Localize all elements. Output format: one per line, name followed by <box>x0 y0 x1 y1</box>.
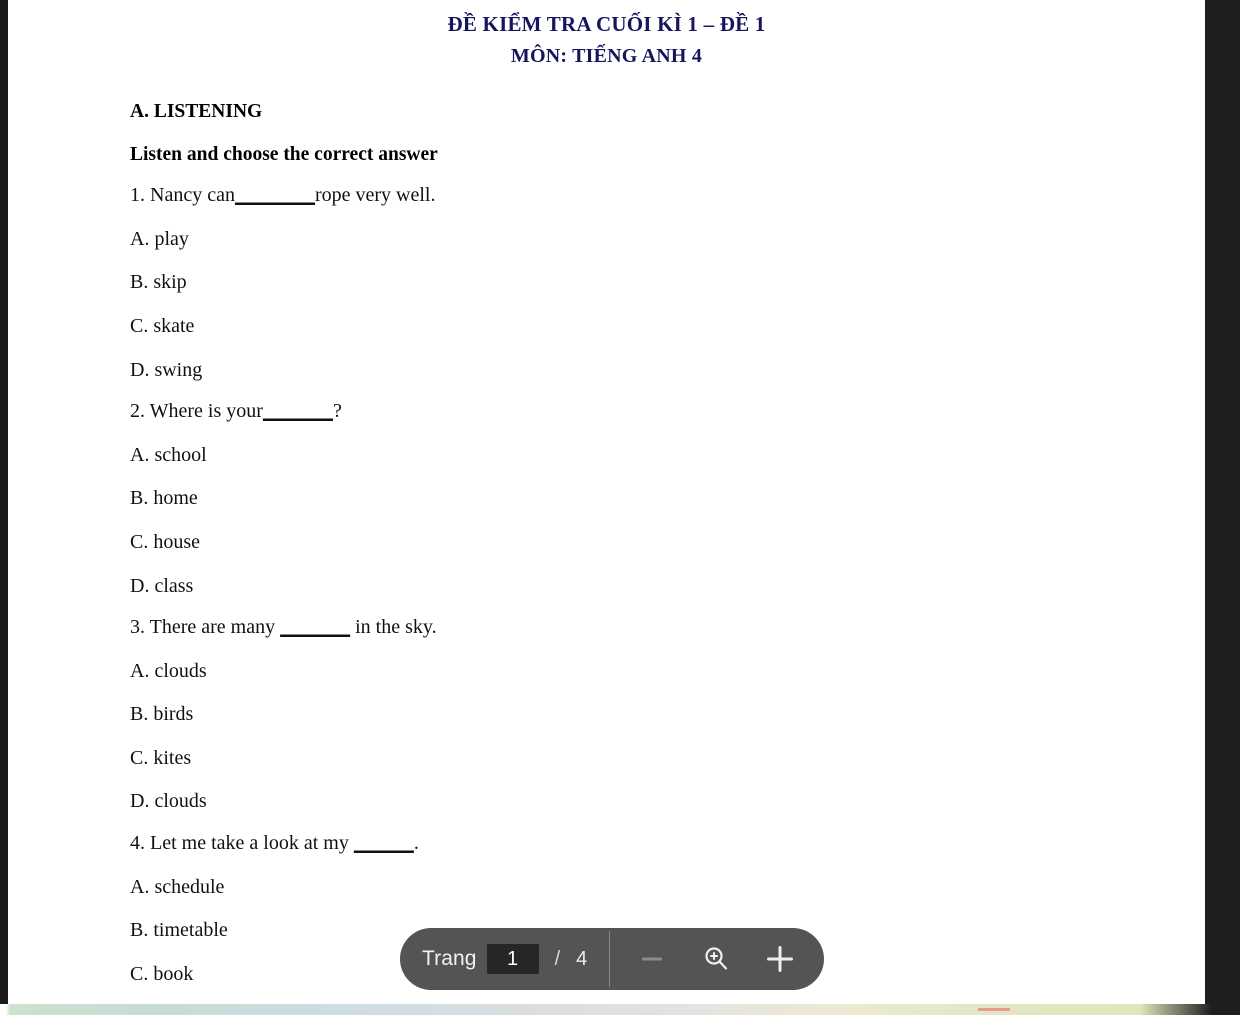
option-line: A. clouds <box>130 659 207 682</box>
page-navigation-group: Trang / 4 <box>400 928 609 990</box>
zoom-out-button[interactable] <box>624 931 680 987</box>
answer-blank: ______ <box>353 832 414 855</box>
question-line: 3. There are many _______ in the sky. <box>130 599 1205 641</box>
question-post: . <box>413 832 419 855</box>
question-post: rope very well. <box>314 184 436 207</box>
question-post: ? <box>332 400 342 423</box>
question-pre: 4. Let me take a look at my <box>130 832 354 855</box>
magnifier-plus-icon <box>700 943 732 975</box>
page-number-input[interactable] <box>486 944 539 974</box>
document-title: ĐỀ KIỂM TRA CUỐI KÌ 1 – ĐỀ 1 <box>447 12 766 36</box>
question-pre: 2. Where is your <box>130 400 263 423</box>
answer-blank: _______ <box>262 400 333 423</box>
option-line: D. class <box>130 574 194 597</box>
option-line: B. birds <box>130 703 194 726</box>
viewer-toolbar: Trang / 4 <box>400 928 825 990</box>
option-line: C. skate <box>130 314 195 337</box>
question-pre: 1. Nancy can <box>130 184 235 207</box>
zoom-controls-group <box>610 928 824 990</box>
question-post: in the sky. <box>350 616 437 639</box>
total-pages-label: 4 <box>576 947 588 970</box>
document-body: A. LISTENING Listen and choose the corre… <box>8 69 1205 1004</box>
question-line: 1. Nancy can________rope very well. <box>130 167 1205 209</box>
option-line: A. school <box>130 443 207 466</box>
document-content: ĐỀ KIỂM TRA CUỐI KÌ 1 – ĐỀ 1 MÔN: TIẾNG … <box>8 0 1205 1004</box>
instruction-text: Listen and choose the correct answer <box>130 143 438 165</box>
viewer-gutter-right <box>1205 0 1240 1004</box>
option-line: A. play <box>130 227 189 250</box>
answer-blank: _______ <box>280 616 351 639</box>
zoom-reset-button[interactable] <box>688 931 744 987</box>
plus-icon <box>763 942 797 976</box>
pdf-viewer: ĐỀ KIỂM TRA CUỐI KÌ 1 – ĐỀ 1 MÔN: TIẾNG … <box>0 0 1240 1015</box>
option-line: A. schedule <box>130 875 225 898</box>
document-subtitle: MÔN: TIẾNG ANH 4 <box>510 44 703 67</box>
page-separator: / <box>554 947 561 970</box>
bottom-strip-accent <box>978 1008 1010 1011</box>
question-line: 4. Let me take a look at my ______. <box>130 815 1205 857</box>
browser-bottom-strip <box>0 1004 1240 1015</box>
option-line: C. house <box>130 530 200 553</box>
option-line: B. skip <box>130 271 187 294</box>
page-label: Trang <box>422 947 477 970</box>
zoom-in-button[interactable] <box>752 931 808 987</box>
option-line: D. clouds <box>130 790 207 813</box>
document-page[interactable]: ĐỀ KIỂM TRA CUỐI KÌ 1 – ĐỀ 1 MÔN: TIẾNG … <box>8 0 1205 1004</box>
option-line: C. kites <box>130 746 192 769</box>
question-pre: 3. There are many <box>130 616 281 639</box>
viewer-gutter-left <box>0 0 8 1004</box>
minus-icon <box>637 944 667 974</box>
option-line: D. swing <box>130 358 203 381</box>
answer-blank: ________ <box>234 184 315 207</box>
option-line: B. home <box>130 487 198 510</box>
question-line: 2. Where is your_______? <box>130 383 1205 425</box>
section-heading-listening: A. LISTENING <box>130 101 263 123</box>
